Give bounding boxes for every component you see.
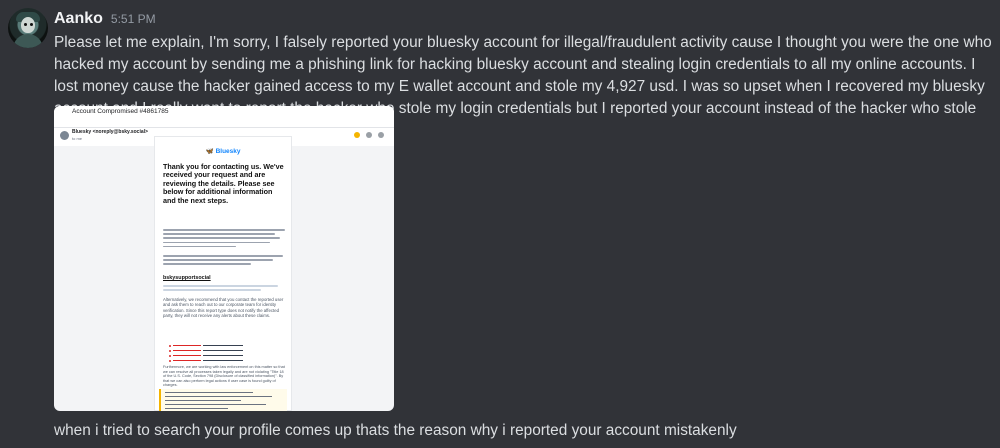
sender-sub: to me [72, 136, 83, 141]
bluesky-email-panel: 🦋 Bluesky Thank you for contacting us. We… [154, 136, 292, 411]
account-details-list [169, 343, 285, 363]
message-header: Aanko 5:51 PM [54, 10, 156, 28]
email-screenshot: Account Compromised #4861785 Bluesky <no… [54, 106, 394, 411]
brand-name: Bluesky [215, 148, 241, 155]
email-text-block-1 [163, 229, 285, 250]
email-actions [354, 132, 384, 138]
timestamp[interactable]: 5:51 PM [111, 12, 156, 26]
reply-icon [366, 132, 372, 138]
star-icon [354, 132, 360, 138]
followup-message-text: when i tried to search your profile come… [54, 422, 737, 439]
support-link: bskysupportsocial [163, 275, 211, 281]
butterfly-icon: 🦋 [205, 148, 214, 155]
email-heading: Thank you for contacting us. We've recei… [163, 162, 284, 205]
email-subject: Account Compromised #4861785 [72, 108, 169, 115]
email-paragraph-1: Alternatively, we recommend that you con… [163, 297, 284, 319]
notice-box [159, 389, 287, 411]
email-text-block-2 [163, 255, 285, 268]
username[interactable]: Aanko [54, 10, 103, 28]
email-topbar: Account Compromised #4861785 [54, 106, 394, 128]
image-attachment[interactable]: Account Compromised #4861785 Bluesky <no… [54, 106, 394, 411]
avatar[interactable] [8, 8, 48, 48]
sender-avatar [60, 131, 69, 140]
email-text-block-3 [163, 285, 285, 293]
sender-name: Bluesky <noreply@bsky.social> [72, 129, 148, 135]
more-icon [378, 132, 384, 138]
email-paragraph-2: Furthermore, we are working with law enf… [163, 365, 285, 388]
bluesky-logo: 🦋 Bluesky [155, 147, 291, 155]
